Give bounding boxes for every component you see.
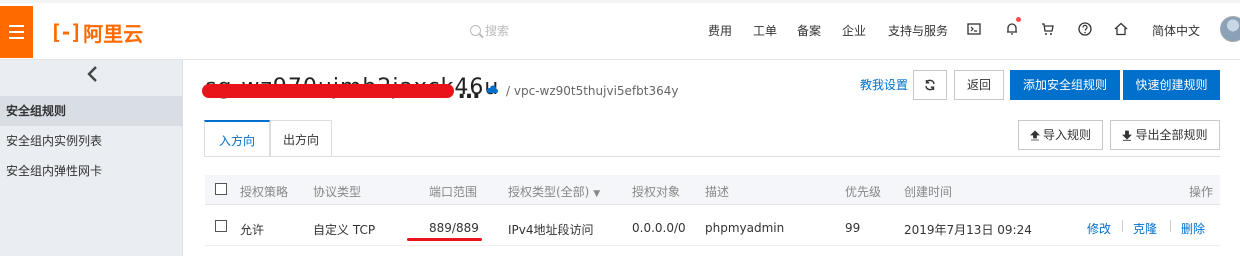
upload-icon [1030, 129, 1040, 140]
logo-mark-icon: [-] [50, 20, 82, 44]
cell-policy: 允许 [240, 223, 265, 237]
chevron-left-icon[interactable] [86, 64, 98, 89]
cart-icon[interactable] [1040, 22, 1056, 38]
title-ellipsis: … [458, 79, 480, 104]
nav-support[interactable]: 支持与服务 [888, 22, 948, 39]
help-icon[interactable] [1077, 22, 1093, 38]
table-row: 允许 自定义 TCP 889/889 IPv4地址段访问 0.0.0.0/0 p… [205, 210, 1220, 246]
annotation-underline [407, 238, 482, 241]
vpc-label[interactable]: / vpc-wz90t5thujvi5efbt364y [506, 84, 678, 98]
cell-auth-object: 0.0.0.0/0 [632, 221, 686, 235]
clone-link[interactable]: 克隆 [1133, 220, 1157, 237]
import-label: 导入规则 [1042, 128, 1091, 142]
quick-create-button[interactable]: 快速创建规则 [1123, 70, 1220, 100]
download-icon [1122, 130, 1133, 141]
cell-priority: 99 [845, 221, 861, 235]
sidebar-item-eni[interactable]: 安全组内弹性网卡 [0, 156, 183, 186]
col-auth-type-label: 授权类型(全部) [508, 185, 590, 199]
sidebar-item-instances[interactable]: 安全组内实例列表 [0, 126, 183, 156]
sidebar-item-sg-rules[interactable]: 安全组规则 [0, 96, 183, 126]
nav-fees[interactable]: 费用 [708, 22, 732, 39]
col-port: 端口范围 [429, 185, 478, 199]
refresh-button[interactable] [913, 70, 947, 100]
notification-dot [1016, 17, 1021, 22]
col-created: 创建时间 [904, 185, 953, 199]
avatar[interactable] [1220, 16, 1240, 42]
col-auth-type[interactable]: 授权类型(全部) ▼ [508, 183, 600, 200]
cell-created: 2019年7月13日 09:24 [904, 223, 1032, 237]
cell-auth-type: IPv4地址段访问 [508, 223, 594, 237]
menu-icon-line [9, 37, 24, 39]
menu-icon [9, 25, 24, 27]
aliyun-logo[interactable]: [-] 阿里云 [50, 20, 144, 46]
export-all-button[interactable]: 导出全部规则 [1110, 120, 1220, 150]
tab-outbound[interactable]: 出方向 [270, 120, 332, 156]
row-checkbox[interactable] [215, 220, 227, 232]
logo-text: 阿里云 [83, 21, 144, 46]
redaction-mark [202, 84, 454, 98]
cell-description: phpmyadmin [705, 221, 785, 235]
col-priority: 优先级 [845, 185, 882, 199]
add-rule-button[interactable]: 添加安全组规则 [1010, 70, 1120, 100]
col-description: 描述 [705, 185, 730, 199]
menu-button[interactable] [0, 6, 33, 58]
col-auth-object: 授权对象 [632, 185, 681, 199]
op-separator [1122, 220, 1123, 232]
tutorial-link[interactable]: 教我设置 [860, 76, 908, 93]
refresh-icon [925, 79, 935, 91]
back-button[interactable]: 返回 [954, 70, 1004, 100]
search-placeholder: 搜索 [485, 24, 510, 38]
cloud-icon [486, 84, 498, 97]
col-protocol: 协议类型 [313, 185, 362, 199]
delete-link[interactable]: 删除 [1181, 220, 1205, 237]
top-bar: [-] 阿里云 搜索 费用 工单 备案 企业 支持与服务 简体中文 [0, 0, 1240, 60]
sidebar: 安全组规则 安全组内实例列表 安全组内弹性网卡 [0, 60, 183, 256]
terminal-icon[interactable] [966, 22, 982, 38]
export-label: 导出全部规则 [1135, 128, 1208, 142]
bell-icon[interactable] [1004, 22, 1020, 38]
nav-enterprise[interactable]: 企业 [842, 22, 866, 39]
cell-protocol: 自定义 TCP [313, 223, 376, 237]
menu-icon-line [9, 31, 24, 33]
nav-tickets[interactable]: 工单 [753, 22, 777, 39]
cell-port: 889/889 [429, 221, 479, 235]
nav-filing[interactable]: 备案 [797, 22, 821, 39]
import-rules-button[interactable]: 导入规则 [1018, 120, 1103, 150]
col-actions: 操作 [1189, 185, 1214, 199]
browser-strip [0, 0, 1240, 3]
edit-link[interactable]: 修改 [1087, 220, 1111, 237]
tab-divider [204, 156, 1220, 157]
language-switcher[interactable]: 简体中文 [1152, 22, 1200, 39]
col-policy: 授权策略 [240, 185, 289, 199]
caret-down-icon: ▼ [593, 189, 601, 199]
op-separator [1170, 220, 1171, 232]
select-all-checkbox[interactable] [215, 183, 227, 195]
home-icon[interactable] [1113, 22, 1129, 38]
search-icon [470, 25, 481, 36]
table-header: 授权策略 协议类型 端口范围 授权类型(全部) ▼ 授权对象 描述 优先级 创建… [205, 175, 1220, 205]
tab-inbound[interactable]: 入方向 [204, 120, 270, 156]
search-box[interactable]: 搜索 [470, 22, 509, 39]
